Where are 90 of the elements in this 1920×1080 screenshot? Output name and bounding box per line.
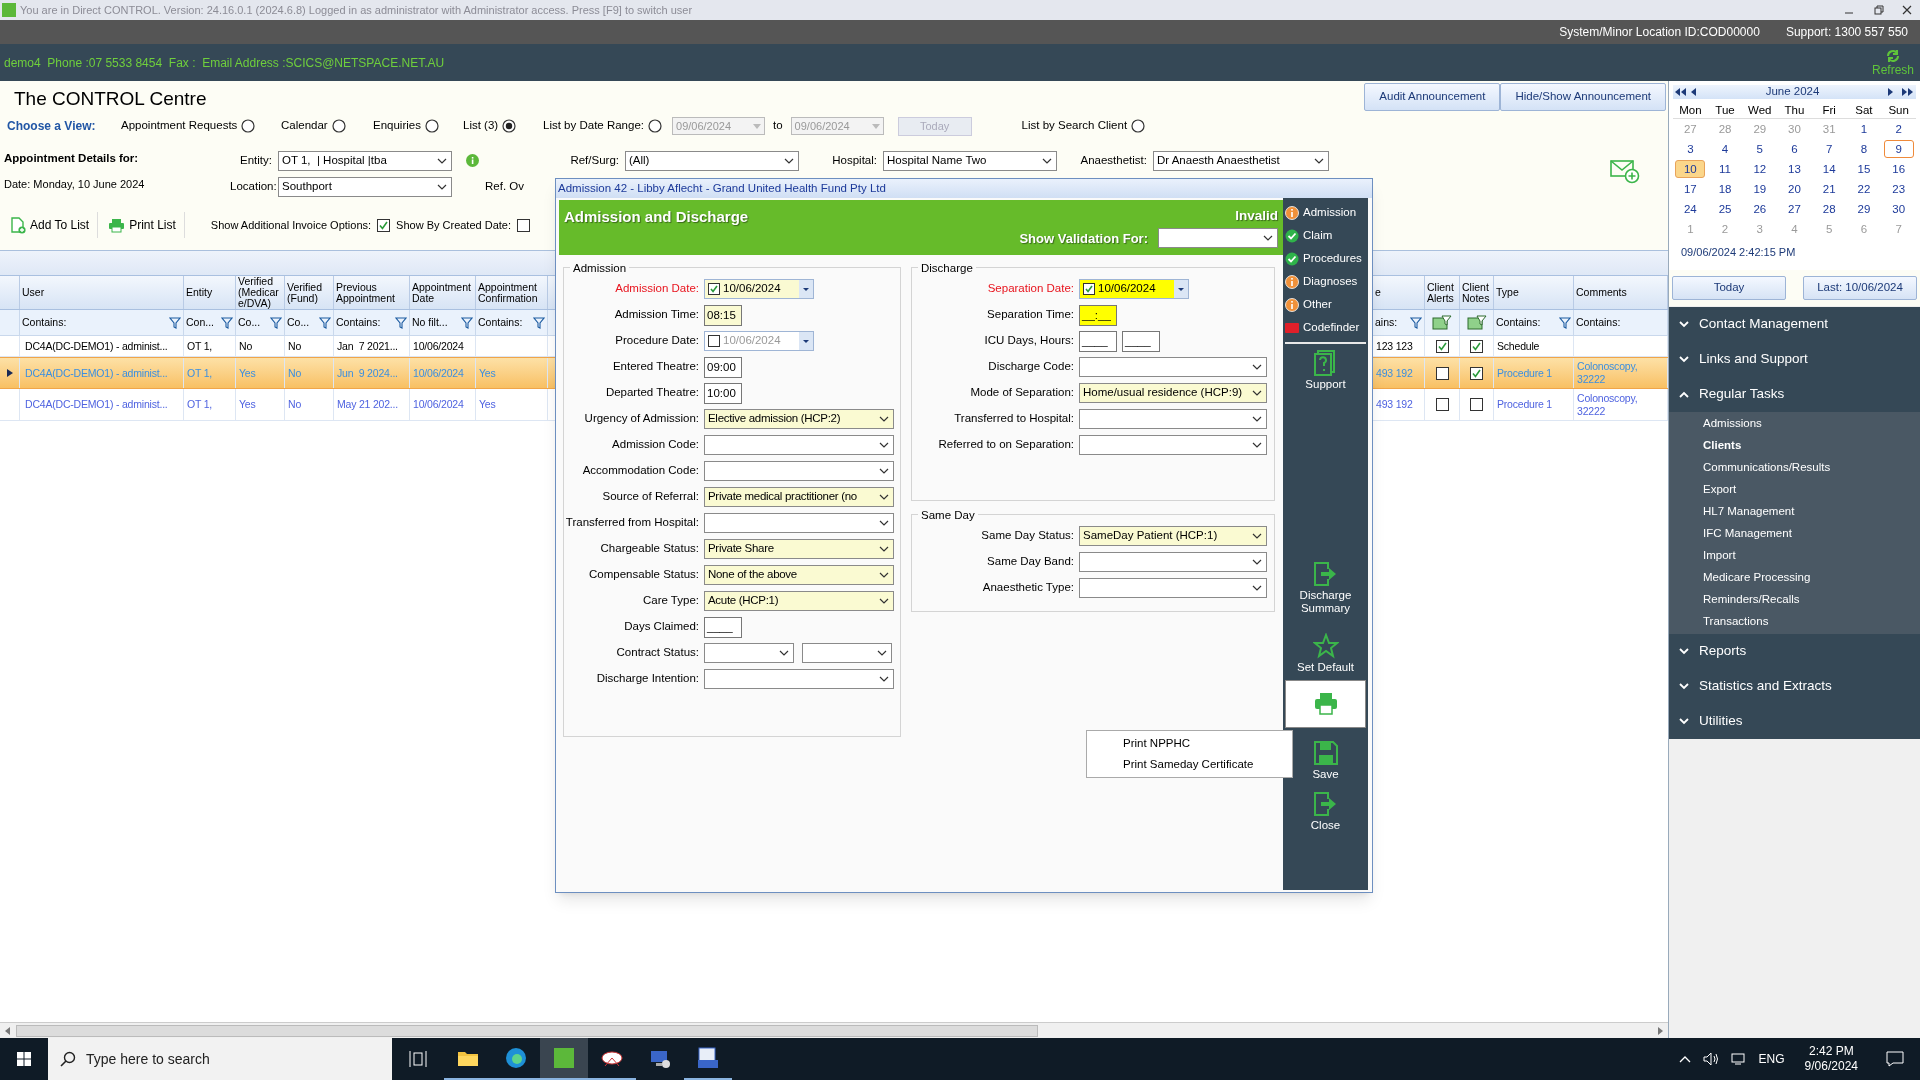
table-cell: OT 1, [187,366,213,380]
table-cell: Yes [239,398,256,411]
field-label: Transferred from Hospital: [564,515,700,531]
table-cell: 493 192 [1376,366,1413,380]
field-label: Discharge Intention: [595,671,700,687]
field-label: Discharge Code: [987,359,1075,375]
table-cell: 123 123 [1376,339,1413,353]
field-label: Separation Date: [986,281,1075,297]
radio-label: List by Search Client [1021,118,1128,134]
appointment-date-text: Date: Monday, 10 June 2024 [4,177,146,193]
field-label: Same Day Band: [986,554,1075,570]
table-cell: Jan 7 2021... [337,339,398,353]
field-label: Anaesthetist: [1079,152,1148,168]
option-label: Show By Created Date: [396,217,511,233]
field-label: Mode of Separation: [969,385,1075,401]
weekday-label: Fri [1811,101,1847,119]
field-label: Entered Theatre: [611,359,700,375]
field-label: Procedure Date: [614,333,700,349]
window-title: You are in Direct CONTROL. Version: 24.16.0.1 (2024.6.8) Logged in as administrator with Administrator access. Press [F9] to switch user [20,2,693,18]
table-cell: Schedule [1497,339,1540,353]
table-cell: No [288,339,302,353]
table-cell: No [288,366,302,380]
field-label: Separation Time: [986,307,1075,323]
field-label: Referred to on Separation: [937,437,1075,453]
field-label: Chargeable Status: [599,541,700,557]
table-cell: DC4A(DC-DEMO1) - administ... [25,398,168,411]
radio-label: List by Date Range: [543,118,644,134]
weekday-label: Sat [1846,101,1882,119]
table-cell: OT 1, [187,398,213,411]
table-cell: Jun 9 2024... [337,366,398,380]
view-label: Choose a View: [6,118,97,135]
field-label: ICU Days, Hours: [983,333,1075,349]
field-label: Departed Theatre: [604,385,700,401]
location-id-text: System/Minor Location ID:COD00000 [1559,24,1760,41]
dialog-title: Admission 42 - Libby Aflecht - Grand United Health Fund Pty Ltd [556,179,1372,198]
weekday-label: Mon [1673,101,1708,119]
table-cell: No [239,339,253,353]
table-cell: 493 192 [1376,398,1413,411]
radio-label: Calendar [281,118,328,134]
table-cell: Procedure 1 [1497,366,1552,380]
table-cell: DC4A(DC-DEMO1) - administ... [25,366,168,380]
table-cell: Yes [239,366,256,380]
field-label: Ref. Ov [484,178,525,194]
table-cell: OT 1, [187,339,213,353]
table-cell: Procedure 1 [1497,398,1552,411]
table-cell: 10/06/2024 [413,339,464,353]
table-cell: No [288,398,302,411]
table-cell: May 21 202... [337,398,399,411]
table-cell-text: Colonoscopy, 32222 [1577,391,1639,418]
weekday-label: Tue [1707,101,1743,119]
section-heading: Appointment Details for: [4,151,140,166]
field-label: Source of Referral: [601,489,700,505]
field-label: Accommodation Code: [581,463,700,479]
timestamp-text: 09/06/2024 2:42:15 PM [1680,245,1797,260]
table-cell: 10/06/2024 [413,366,464,380]
page-title: The CONTROL Centre [13,87,207,111]
dialog-heading: Admission and Discharge [564,207,749,227]
table-cell: DC4A(DC-DEMO1) - administ... [25,339,168,353]
field-label: Compensable Status: [588,567,700,583]
radio-label: Enquiries [373,118,421,134]
to-label: to [773,118,783,134]
table-cell-text: Colonoscopy, 32222 [1577,360,1639,386]
weekday-label: Wed [1742,101,1778,119]
field-label: Anaesthetic Type: [981,580,1075,596]
radio-label: Appointment Requests [121,118,238,134]
support-phone-text: Support: 1300 557 550 [1785,24,1908,41]
field-label: Show Validation For: [1019,229,1148,248]
field-label: Same Day Status: [980,528,1075,544]
weekday-label: Sun [1881,101,1916,119]
table-cell: 10/06/2024 [413,398,464,411]
table-cell: Yes [479,366,496,380]
field-label: Entity: [239,152,273,168]
weekday-label: Thu [1777,101,1812,119]
table-cell: Yes [479,398,496,411]
contact-details-text: demo4 Phone :07 5533 8454 Fax : Email Address :SCICS@NETSPACE.NET.AU [4,54,445,72]
field-label: Contract Status: [615,645,700,661]
field-label: Hospital: [831,152,878,168]
option-label: Show Additional Invoice Options: [210,217,372,233]
field-label: Admission Time: [613,307,700,323]
field-label: Admission Date: [614,281,700,297]
calendar-month: June 2024 [1765,84,1820,100]
field-label: Location: [230,178,278,194]
field-label: Ref/Surg: [569,152,620,168]
field-label: Care Type: [641,593,700,609]
field-label: Transferred to Hospital: [953,411,1075,427]
status-text: Invalid [1235,207,1278,225]
radio-label: List (3) [463,118,499,134]
field-label: Days Claimed: [623,619,700,635]
field-label: Admission Code: [611,437,700,453]
field-label: Urgency of Admission: [583,411,700,427]
